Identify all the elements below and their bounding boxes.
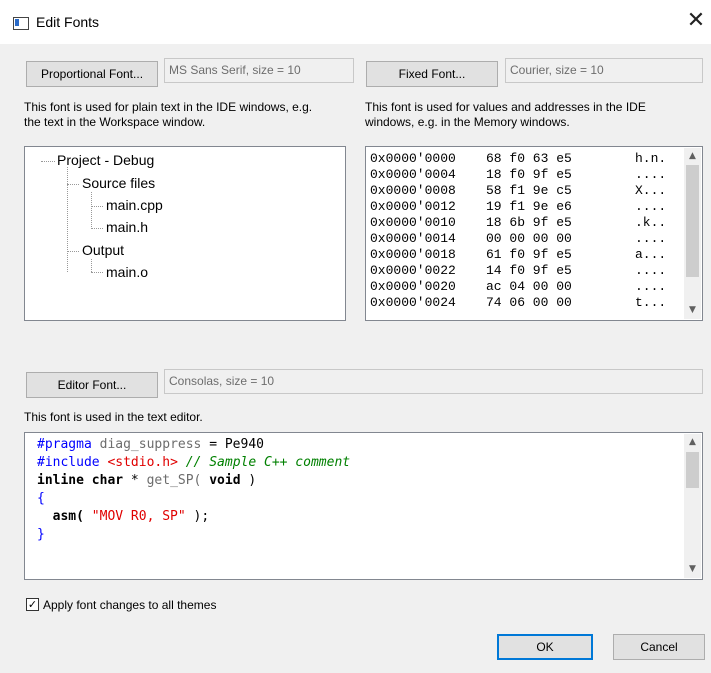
memory-ascii: .... — [635, 199, 667, 214]
code-token: ); — [185, 509, 210, 524]
fixed-font-button[interactable]: Fixed Font... — [366, 61, 498, 87]
apply-themes-checkbox[interactable]: ✓ — [26, 598, 39, 611]
memory-ascii: .... — [635, 263, 667, 278]
memory-ascii: .... — [635, 167, 667, 182]
code-token: = — [209, 437, 218, 452]
code-token: asm( — [37, 509, 84, 524]
code-token: Pe940 — [217, 437, 264, 452]
tree-item[interactable]: Project - Debug — [57, 152, 154, 168]
tree-connector — [91, 192, 92, 229]
editor-font-description: This font is used in the text editor. — [24, 410, 203, 424]
proportional-font-description: This font is used for plain text in the … — [24, 100, 312, 130]
code-token: diag_suppress — [91, 437, 210, 452]
scroll-down-icon[interactable]: ▼ — [684, 561, 701, 578]
code-token: inline — [37, 473, 84, 488]
tree-connector — [67, 251, 79, 252]
app-icon — [13, 17, 29, 30]
code-line: { — [37, 491, 45, 506]
memory-address: 0x0000'0018 — [370, 247, 456, 262]
code-line: } — [37, 527, 45, 542]
memory-ascii: .... — [635, 279, 667, 294]
code-token: #include — [37, 455, 100, 470]
memory-ascii: a... — [635, 247, 667, 262]
ok-button[interactable]: OK — [497, 634, 593, 660]
proportional-font-value: MS Sans Serif, size = 10 — [164, 58, 354, 83]
code-line: #include <stdio.h> // Sample C++ comment — [37, 454, 350, 471]
fixed-description-line1: This font is used for values and address… — [365, 100, 646, 114]
proportional-description-line1: This font is used for plain text in the … — [24, 100, 313, 114]
memory-ascii: t... — [635, 295, 667, 310]
memory-preview: 0x0000'0000 68 f0 63 e5 h.n. 0x0000'0004 18… — [365, 146, 703, 321]
tree-connector — [41, 161, 55, 162]
close-icon[interactable]: ✕ — [684, 9, 708, 33]
scroll-up-icon[interactable]: ▲ — [684, 434, 701, 451]
memory-bytes: 14 f0 9f e5 — [486, 263, 572, 278]
code-line: inline char * get_SP( void ) — [37, 472, 256, 489]
code-token: char — [83, 473, 124, 488]
memory-address: 0x0000'0022 — [370, 263, 456, 278]
tree-connector — [91, 206, 103, 207]
scroll-up-icon[interactable]: ▲ — [684, 148, 701, 165]
scroll-thumb[interactable] — [686, 452, 699, 488]
code-token: <stdio.h> — [99, 455, 178, 470]
code-token: void — [201, 473, 241, 488]
editor-font-value: Consolas, size = 10 — [164, 369, 703, 394]
memory-bytes: ac 04 00 00 — [486, 279, 572, 294]
memory-ascii: .k.. — [635, 215, 667, 230]
editor-scrollbar[interactable]: ▲ ▼ — [684, 434, 701, 578]
tree-connector — [91, 228, 103, 229]
editor-font-button[interactable]: Editor Font... — [26, 372, 158, 398]
code-token: ) — [240, 473, 257, 488]
scroll-down-icon[interactable]: ▼ — [684, 302, 701, 319]
code-editor-preview: #pragma diag_suppress = Pe940 #include <… — [24, 432, 703, 580]
code-token: get_SP( — [146, 473, 202, 488]
memory-bytes: 18 f0 9f e5 — [486, 167, 572, 182]
cancel-button[interactable]: Cancel — [613, 634, 705, 660]
memory-bytes: 18 6b 9f e5 — [486, 215, 572, 230]
memory-address: 0x0000'0010 — [370, 215, 456, 230]
memory-address: 0x0000'0004 — [370, 167, 456, 182]
proportional-description-line2: the text in the Workspace window. — [24, 115, 206, 129]
memory-bytes: 19 f1 9e e6 — [486, 199, 572, 214]
tree-item[interactable]: main.cpp — [106, 197, 163, 213]
tree-item[interactable]: main.o — [106, 264, 148, 280]
memory-address: 0x0000'0014 — [370, 231, 456, 246]
memory-bytes: 58 f1 9e c5 — [486, 183, 572, 198]
scroll-thumb[interactable] — [686, 165, 699, 277]
memory-scrollbar[interactable]: ▲ ▼ — [684, 148, 701, 319]
tree-connector — [67, 167, 68, 272]
code-token: * — [123, 473, 147, 488]
memory-ascii: .... — [635, 231, 667, 246]
tree-connector — [91, 259, 92, 272]
memory-bytes: 61 f0 9f e5 — [486, 247, 572, 262]
apply-themes-label[interactable]: Apply font changes to all themes — [43, 598, 216, 612]
workspace-tree-preview: Project - Debug Source files main.cpp ma… — [24, 146, 346, 321]
code-line: #pragma diag_suppress = Pe940 — [37, 436, 264, 453]
code-line: asm( "MOV R0, SP" ); — [37, 508, 210, 525]
tree-item[interactable]: Source files — [82, 175, 155, 191]
fixed-description-line2: windows, e.g. in the Memory windows. — [365, 115, 570, 129]
fixed-font-description: This font is used for values and address… — [365, 100, 646, 130]
memory-bytes: 74 06 00 00 — [486, 295, 572, 310]
memory-address: 0x0000'0020 — [370, 279, 456, 294]
memory-address: 0x0000'0000 — [370, 151, 456, 166]
tree-item[interactable]: main.h — [106, 219, 148, 235]
memory-address: 0x0000'0008 — [370, 183, 456, 198]
code-token: #pragma — [37, 437, 92, 452]
window-title: Edit Fonts — [36, 14, 100, 30]
title-bar — [0, 0, 711, 44]
code-token: // Sample C++ comment — [177, 455, 351, 470]
tree-connector — [67, 184, 79, 185]
memory-ascii: h.n. — [635, 151, 667, 166]
memory-ascii: X... — [635, 183, 667, 198]
code-token: "MOV R0, SP" — [83, 509, 186, 524]
tree-item[interactable]: Output — [82, 242, 124, 258]
memory-address: 0x0000'0012 — [370, 199, 456, 214]
memory-bytes: 68 f0 63 e5 — [486, 151, 572, 166]
memory-address: 0x0000'0024 — [370, 295, 456, 310]
proportional-font-button[interactable]: Proportional Font... — [26, 61, 158, 87]
memory-bytes: 00 00 00 00 — [486, 231, 572, 246]
fixed-font-value: Courier, size = 10 — [505, 58, 703, 83]
tree-connector — [91, 272, 103, 273]
